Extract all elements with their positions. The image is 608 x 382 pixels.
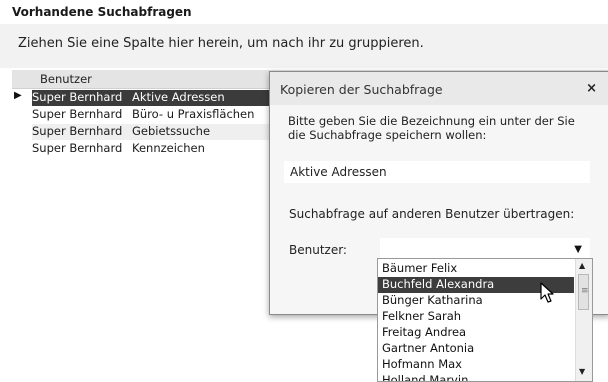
dialog-header[interactable]: Kopieren der Suchabfrage × bbox=[270, 72, 608, 105]
group-by-area[interactable]: Ziehen Sie eine Spalte hier herein, um n… bbox=[0, 24, 608, 68]
group-hint: Ziehen Sie eine Spalte hier herein, um n… bbox=[18, 36, 424, 51]
row-query: Aktive Adressen bbox=[132, 90, 225, 104]
column-header-benutzer[interactable]: Benutzer bbox=[40, 72, 92, 86]
list-item[interactable]: Freitag Andrea bbox=[378, 325, 574, 341]
list-item[interactable]: Bäumer Felix bbox=[378, 261, 574, 277]
list-item[interactable]: Holland Marvin bbox=[378, 373, 574, 381]
row-user: Super Bernhard bbox=[32, 141, 123, 155]
row-user: Super Bernhard bbox=[32, 90, 123, 104]
row-query: Kennzeichen bbox=[132, 141, 205, 155]
row-indicator-icon: ▶ bbox=[14, 90, 22, 101]
list-item[interactable]: Hofmann Max bbox=[378, 357, 574, 373]
list-item[interactable]: Felkner Sarah bbox=[378, 309, 574, 325]
row-user: Super Bernhard bbox=[32, 107, 123, 121]
scroll-grip-icon: ≡ bbox=[581, 286, 589, 296]
scrollbar-thumb[interactable]: ≡ bbox=[578, 274, 589, 310]
user-dropdown-list: Bäumer Felix Buchfeld Alexandra Bünger K… bbox=[377, 258, 593, 382]
close-icon[interactable]: × bbox=[586, 81, 597, 96]
chevron-down-icon[interactable]: ▼ bbox=[574, 244, 582, 255]
row-user: Super Bernhard bbox=[32, 124, 123, 138]
row-query: Gebietssuche bbox=[132, 124, 211, 138]
section-title: Vorhandene Suchabfragen bbox=[12, 5, 192, 19]
user-field-label: Benutzer: bbox=[289, 243, 347, 257]
scroll-up-icon[interactable]: ▲ bbox=[579, 261, 585, 270]
dialog-title: Kopieren der Suchabfrage bbox=[280, 82, 443, 97]
dialog-prompt: Bitte geben Sie die Bezeichnung ein unte… bbox=[288, 114, 575, 142]
scroll-down-icon[interactable]: ▼ bbox=[579, 367, 585, 376]
mouse-cursor-icon bbox=[540, 282, 554, 303]
row-query: Büro- u Praxisflächen bbox=[132, 107, 255, 121]
dropdown-scrollbar[interactable]: ▲ ≡ ▼ bbox=[575, 259, 592, 381]
query-name-input[interactable] bbox=[284, 161, 590, 183]
list-item[interactable]: Gartner Antonia bbox=[378, 341, 574, 357]
transfer-label: Suchabfrage auf anderen Benutzer übertra… bbox=[289, 207, 575, 221]
